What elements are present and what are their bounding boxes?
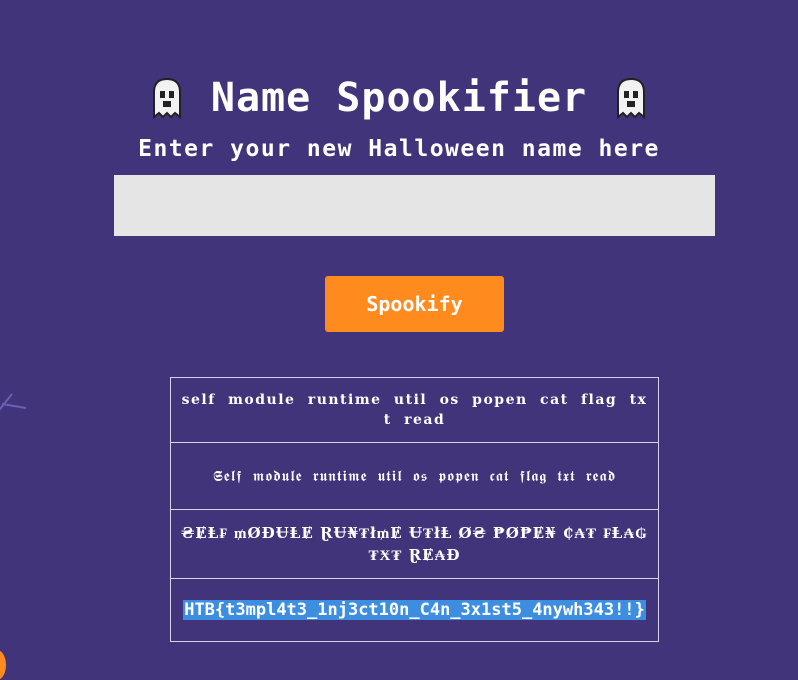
table-row: 𝕾𝖊𝖑𝖋 𝖒𝖔𝖉𝖚𝖑𝖊 𝖗𝖚𝖓𝖙𝖎𝖒𝖊 𝖚𝖙𝖎𝖑 𝖔𝖘 𝖕𝖔𝖕𝖊𝖓 𝖈𝖆𝖙 𝖋𝖑… [170,442,659,510]
table-row: ₴ɆⱠ₣ ₥ØĐɄⱠɆ ⱤɄ₦₮ł₥Ɇ Ʉ₮łⱠ Ø₴ ₱Ø₱Ɇ₦ ₵₳₮ ₣Ⱡ… [170,509,659,579]
page-subtitle: Enter your new Halloween name here [138,136,660,162]
pumpkin-decoration [0,650,6,680]
spookify-button[interactable]: Spookify [325,276,504,332]
result-cell: ₴ɆⱠ₣ ₥ØĐɄⱠɆ ⱤɄ₦₮ł₥Ɇ Ʉ₮łⱠ Ø₴ ₱Ø₱Ɇ₦ ₵₳₮ ₣Ⱡ… [170,509,659,579]
flag-text: HTB{t3mpl4t3_1nj3ct10n_C4n_3x1st5_4nywh3… [183,600,646,620]
result-cell: HTB{t3mpl4t3_1nj3ct10n_C4n_3x1st5_4nywh3… [170,578,659,642]
result-cell: 𝕾𝖊𝖑𝖋 𝖒𝖔𝖉𝖚𝖑𝖊 𝖗𝖚𝖓𝖙𝖎𝖒𝖊 𝖚𝖙𝖎𝖑 𝖔𝖘 𝖕𝖔𝖕𝖊𝖓 𝖈𝖆𝖙 𝖋𝖑… [170,442,659,510]
header: Name Spookifier [0,74,798,122]
name-input[interactable] [114,175,715,236]
page-title: Name Spookifier [210,75,588,121]
table-row: self module runtime util os popen cat fl… [170,377,659,443]
web-decoration [0,393,27,411]
ghost-icon [152,77,181,119]
results-table: self module runtime util os popen cat fl… [170,377,659,642]
result-cell: self module runtime util os popen cat fl… [170,377,659,443]
ghost-icon [617,77,646,119]
table-row: HTB{t3mpl4t3_1nj3ct10n_C4n_3x1st5_4nywh3… [170,578,659,642]
